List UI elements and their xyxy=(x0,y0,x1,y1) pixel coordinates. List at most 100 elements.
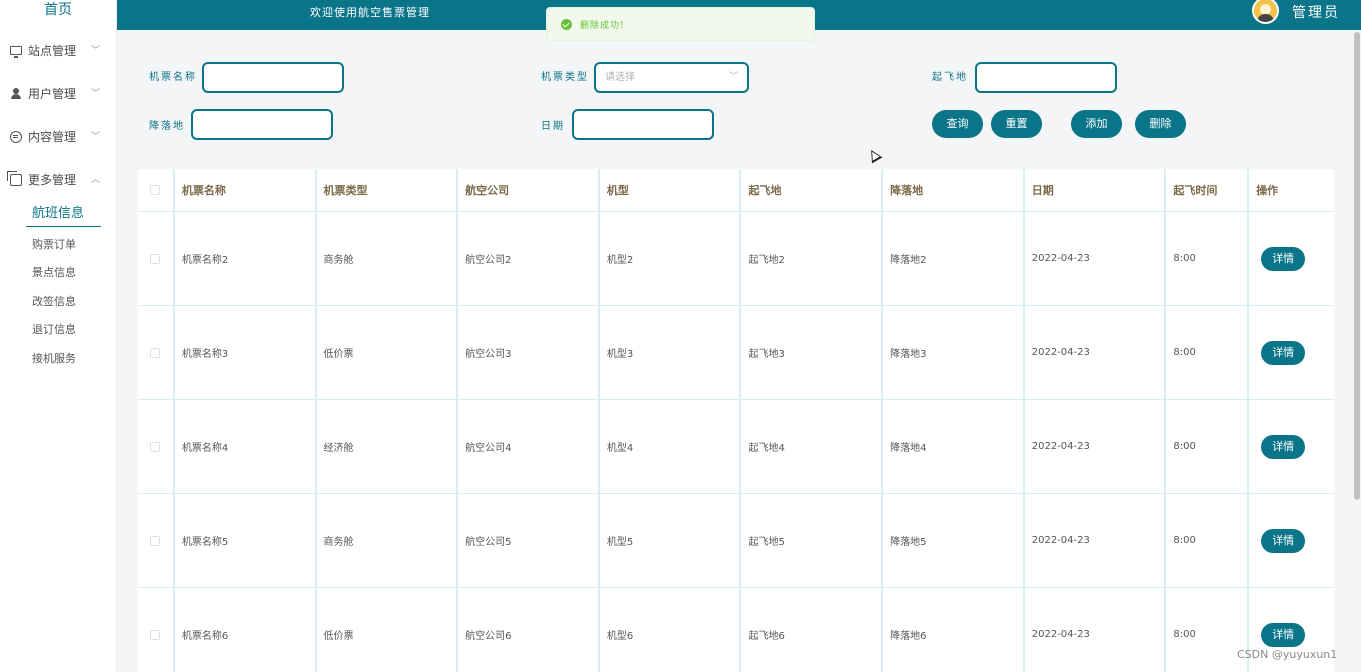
table-cell: 8:00 xyxy=(1166,494,1250,587)
chevron-down-icon: ﹀ xyxy=(91,46,101,56)
table-row: 机票名称6 低价票 航空公司6 机型6 起飞地6 降落地6 2022-04-23… xyxy=(138,588,1334,672)
row-checkbox[interactable] xyxy=(150,535,161,546)
menu-label: 用户管理 xyxy=(28,87,77,101)
table-cell: 起飞地6 xyxy=(741,588,884,672)
home-link[interactable]: 首页 xyxy=(0,0,116,22)
menu-label: 内容管理 xyxy=(28,130,77,144)
delete-button[interactable]: 删除 xyxy=(1135,110,1186,138)
submenu-refund[interactable]: 退订信息 xyxy=(32,321,76,337)
table-cell: 机票名称4 xyxy=(175,400,317,493)
label-destination: 降落地 xyxy=(149,121,185,132)
table-cell: 2022-04-23 xyxy=(1025,400,1167,493)
action-cell: 详情 xyxy=(1249,400,1334,493)
row-checkbox[interactable] xyxy=(150,441,161,452)
table-cell: 2022-04-23 xyxy=(1025,494,1167,587)
user-icon xyxy=(10,87,22,100)
chevron-down-icon: ﹀ xyxy=(91,132,101,142)
menu-label: 更多管理 xyxy=(28,173,77,187)
table-cell: 航空公司2 xyxy=(458,212,600,305)
vertical-scrollbar[interactable] xyxy=(1354,32,1360,500)
table-cell: 商务舱 xyxy=(317,212,459,305)
table-cell: 起飞地4 xyxy=(741,400,884,493)
menu-user-management[interactable]: 用户管理 ﹀ xyxy=(0,72,116,115)
table-cell: 降落地2 xyxy=(883,212,1025,305)
submenu-flight-info[interactable]: 航班信息 xyxy=(26,204,101,227)
table-cell: 机型4 xyxy=(600,400,742,493)
date-input[interactable] xyxy=(572,109,714,140)
submenu-ticket-orders[interactable]: 购票订单 xyxy=(32,236,76,252)
table-cell: 起飞地5 xyxy=(741,494,884,587)
detail-button[interactable]: 详情 xyxy=(1261,340,1306,365)
chevron-down-icon: ﹀ xyxy=(91,89,101,99)
table-cell: 机票名称2 xyxy=(175,212,317,305)
user-name[interactable]: 管理员 xyxy=(1292,2,1340,22)
table-cell: 低价票 xyxy=(317,306,459,399)
column-header: 日期 xyxy=(1025,169,1167,211)
reset-button[interactable]: 重置 xyxy=(991,110,1042,138)
header-checkbox-cell xyxy=(138,169,175,211)
table-cell: 低价票 xyxy=(317,588,459,672)
action-cell: 详情 xyxy=(1249,306,1334,399)
departure-input[interactable] xyxy=(975,62,1117,93)
table-cell: 经济舱 xyxy=(317,400,459,493)
table-cell: 机票名称3 xyxy=(175,306,317,399)
table-cell: 降落地6 xyxy=(883,588,1025,672)
check-circle-icon xyxy=(561,18,572,30)
monitor-icon xyxy=(10,46,22,58)
row-checkbox[interactable] xyxy=(150,629,161,640)
ticket-name-input[interactable] xyxy=(202,62,344,93)
detail-button[interactable]: 详情 xyxy=(1261,528,1306,553)
column-header: 降落地 xyxy=(883,169,1025,211)
submenu-attractions[interactable]: 景点信息 xyxy=(32,264,76,280)
avatar[interactable] xyxy=(1252,0,1279,24)
table-row: 机票名称5 商务舱 航空公司5 机型5 起飞地5 降落地5 2022-04-23… xyxy=(138,494,1334,588)
add-button[interactable]: 添加 xyxy=(1071,110,1122,138)
select-all-checkbox[interactable] xyxy=(150,185,161,195)
menu-label: 站点管理 xyxy=(28,44,77,58)
chevron-up-icon: ︿ xyxy=(91,175,101,185)
table-cell: 机票名称6 xyxy=(175,588,317,672)
table-cell: 8:00 xyxy=(1166,400,1250,493)
column-header: 操作 xyxy=(1256,184,1279,197)
column-header: 起飞时间 xyxy=(1166,169,1250,211)
table-cell: 降落地5 xyxy=(883,494,1025,587)
submenu-pickup-service[interactable]: 接机服务 xyxy=(32,350,76,366)
table-cell: 降落地4 xyxy=(883,400,1025,493)
table-row: 机票名称3 低价票 航空公司3 机型3 起飞地3 降落地3 2022-04-23… xyxy=(138,306,1334,400)
row-checkbox[interactable] xyxy=(150,253,161,264)
table-cell: 起飞地2 xyxy=(741,212,884,305)
table-cell: 2022-04-23 xyxy=(1025,212,1167,305)
chat-icon xyxy=(10,130,22,143)
action-cell: 详情 xyxy=(1249,212,1334,305)
detail-button[interactable]: 详情 xyxy=(1261,246,1306,271)
label-departure: 起飞地 xyxy=(932,72,968,83)
table-cell: 航空公司4 xyxy=(458,400,600,493)
table-cell: 降落地3 xyxy=(883,306,1025,399)
query-button[interactable]: 查询 xyxy=(932,110,983,138)
table-cell: 机型5 xyxy=(600,494,742,587)
chevron-down-icon: ﹀ xyxy=(728,72,738,82)
detail-button[interactable]: 详情 xyxy=(1261,434,1306,459)
submenu-rebooking[interactable]: 改签信息 xyxy=(32,293,76,309)
success-toast: 删除成功! xyxy=(546,7,815,41)
table-row: 机票名称2 商务舱 航空公司2 机型2 起飞地2 降落地2 2022-04-23… xyxy=(138,212,1334,306)
menu-more-management[interactable]: 更多管理 ︿ xyxy=(0,158,116,201)
menu-content-management[interactable]: 内容管理 ﹀ xyxy=(0,115,116,158)
select-placeholder: 请选择 xyxy=(605,72,635,83)
row-checkbox[interactable] xyxy=(150,347,161,358)
table-cell: 2022-04-23 xyxy=(1025,588,1167,672)
welcome-text: 欢迎使用航空售票管理 xyxy=(310,6,430,19)
ticket-type-select[interactable]: 请选择 ﹀ xyxy=(594,62,749,93)
action-cell: 详情 xyxy=(1249,494,1334,587)
sidebar: 首页 站点管理 ﹀ 用户管理 ﹀ 内容管理 ﹀ 更多管理 ︿ 航班信息 购票订单… xyxy=(0,0,117,672)
row-checkbox-cell xyxy=(138,306,175,399)
menu-site-management[interactable]: 站点管理 ﹀ xyxy=(0,29,116,72)
table-row: 机票名称4 经济舱 航空公司4 机型4 起飞地4 降落地4 2022-04-23… xyxy=(138,400,1334,494)
label-date: 日期 xyxy=(541,121,565,132)
detail-button[interactable]: 详情 xyxy=(1261,622,1306,647)
destination-input[interactable] xyxy=(191,109,333,140)
table-cell: 机票名称5 xyxy=(175,494,317,587)
table-cell: 航空公司5 xyxy=(458,494,600,587)
column-header: 机票名称 xyxy=(175,169,317,211)
watermark-text: CSDN @yuyuxun1 xyxy=(1237,648,1338,661)
